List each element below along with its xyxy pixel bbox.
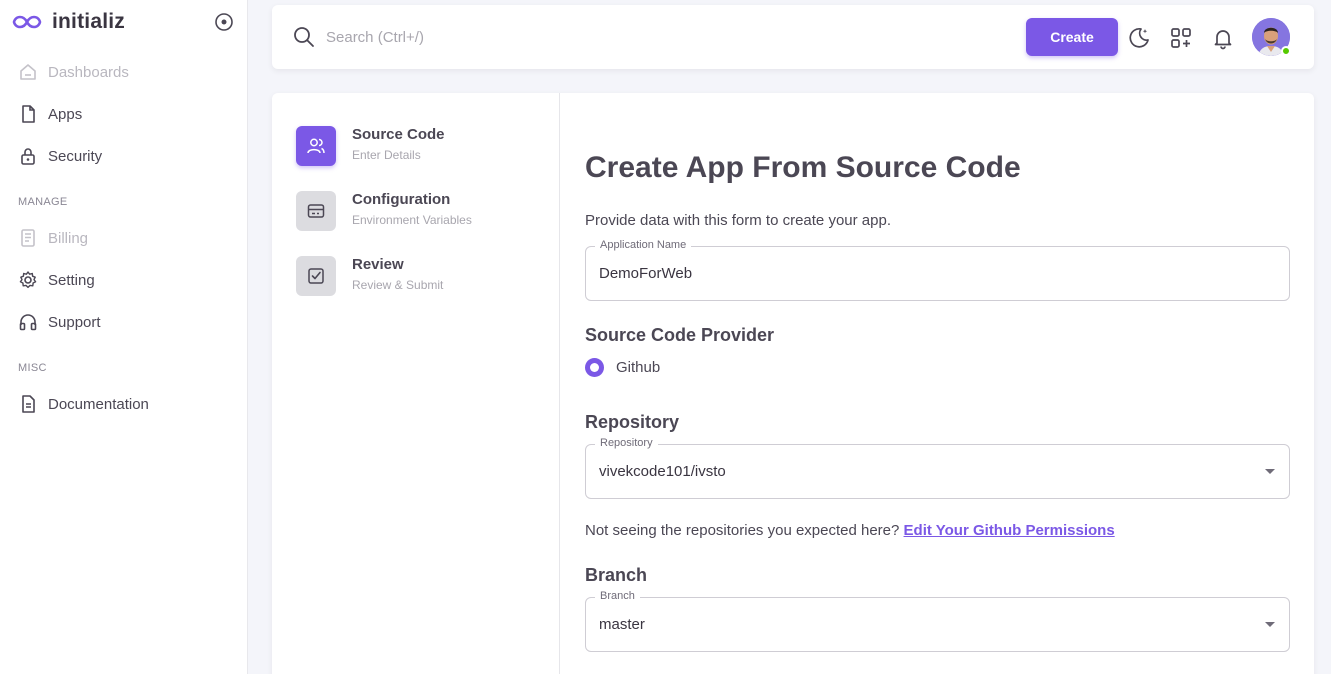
step-subtitle: Environment Variables	[352, 213, 472, 227]
branch-heading: Branch	[585, 565, 648, 585]
document-icon	[22, 395, 35, 413]
field-label: Application Name	[595, 239, 692, 251]
step-icon-box	[296, 126, 336, 166]
step-source-code[interactable]: Source Code Enter Details	[296, 126, 445, 166]
lock-icon	[21, 148, 35, 165]
sidebar-item-apps[interactable]: Apps	[18, 101, 82, 127]
provider-option-github[interactable]: Github	[585, 358, 660, 377]
sidebar-item-label: Billing	[48, 229, 89, 247]
receipt-icon	[21, 229, 35, 247]
step-configuration[interactable]: Configuration Environment Variables	[296, 191, 472, 231]
sidebar-item-security[interactable]: Security	[18, 143, 102, 169]
infinity-logo-icon	[12, 15, 42, 29]
form-description: Provide data with this form to create yo…	[585, 212, 891, 229]
online-status-dot	[1281, 46, 1291, 56]
shortcuts-grid-icon[interactable]	[1169, 26, 1193, 50]
home-icon	[20, 64, 36, 80]
step-title: Review	[352, 256, 404, 273]
application-name-input[interactable]	[599, 265, 1239, 282]
brand[interactable]: initializ	[12, 8, 125, 36]
radio-label: Github	[616, 359, 661, 376]
dropdown-caret-icon	[1265, 469, 1275, 474]
brand-name: initializ	[52, 10, 125, 33]
step-title: Configuration	[352, 191, 451, 208]
repository-value: vivekcode101/ivsto	[599, 463, 726, 480]
step-icon-box	[296, 256, 336, 296]
section-label-misc: MISC	[18, 362, 47, 374]
headphones-icon	[19, 314, 37, 331]
create-button[interactable]: Create	[1026, 18, 1118, 56]
file-icon	[22, 105, 35, 123]
collapse-sidebar-icon[interactable]	[214, 12, 234, 32]
help-text: Not seeing the repositories you expected…	[585, 522, 904, 539]
sidebar-item-documentation[interactable]: Documentation	[18, 391, 149, 417]
sidebar-item-label: Security	[48, 147, 103, 165]
step-subtitle: Review & Submit	[352, 278, 444, 292]
gear-icon	[19, 271, 37, 289]
sidebar-item-label: Setting	[48, 271, 95, 289]
bell-icon[interactable]	[1211, 26, 1235, 50]
check-square-icon	[308, 268, 324, 284]
dropdown-caret-icon	[1265, 622, 1275, 627]
sidebar-item-dashboards[interactable]: Dashboards	[18, 59, 129, 85]
repository-heading: Repository	[585, 412, 680, 432]
page-title: Create App From Source Code	[585, 151, 1021, 184]
search-input[interactable]	[326, 25, 626, 49]
sidebar-item-billing[interactable]: Billing	[18, 225, 88, 251]
github-radio[interactable]	[585, 358, 604, 377]
repository-help-text: Not seeing the repositories you expected…	[585, 522, 1115, 539]
branch-value: master	[599, 616, 645, 633]
top-navbar: Create	[272, 5, 1314, 69]
sidebar-item-label: Documentation	[48, 395, 149, 413]
provider-heading: Source Code Provider	[585, 325, 775, 345]
sidebar-item-label: Support	[48, 313, 101, 331]
field-label: Branch	[595, 590, 640, 602]
step-subtitle: Enter Details	[352, 148, 421, 162]
users-icon	[307, 138, 325, 154]
theme-toggle-icon[interactable]	[1127, 26, 1151, 50]
step-title: Source Code	[352, 126, 445, 143]
branch-select[interactable]: Branch master	[585, 590, 1290, 652]
sidebar-item-support[interactable]: Support	[18, 309, 101, 335]
step-review[interactable]: Review Review & Submit	[296, 256, 443, 296]
section-label-manage: MANAGE	[18, 196, 68, 208]
field-label: Repository	[595, 437, 658, 449]
sidebar-item-label: Apps	[48, 105, 83, 123]
search-icon[interactable]	[293, 26, 315, 48]
sidebar-item-setting[interactable]: Setting	[18, 267, 95, 293]
sidebar-item-label: Dashboards	[48, 63, 129, 81]
create-app-card: Source Code Enter Details Configuration …	[272, 93, 1314, 674]
edit-github-permissions-link[interactable]: Edit Your Github Permissions	[904, 522, 1115, 539]
wizard-stepper: Source Code Enter Details Configuration …	[272, 93, 560, 674]
repository-select[interactable]: Repository vivekcode101/ivsto	[585, 437, 1290, 499]
step-icon-box	[296, 191, 336, 231]
sidebar: initializ Dashboards Apps Security MANAG…	[0, 0, 248, 674]
card-icon	[307, 204, 325, 218]
application-name-field[interactable]: Application Name	[585, 239, 1290, 301]
